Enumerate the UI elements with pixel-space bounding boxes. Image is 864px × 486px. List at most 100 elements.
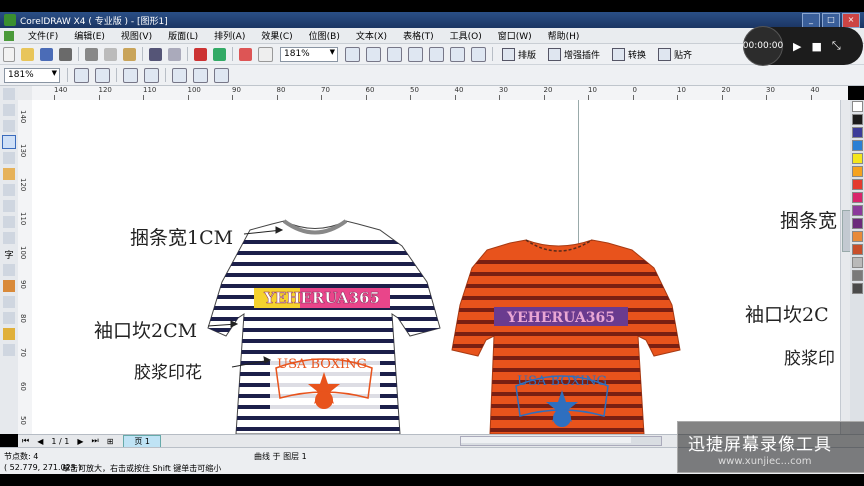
zoom-in-icon[interactable] [74,67,89,83]
vertical-ruler[interactable]: 140 130 120 110 100 90 80 70 60 50 [18,100,33,434]
horizontal-scroll-thumb[interactable] [461,437,631,443]
paste-icon[interactable] [123,47,136,61]
zoom-out-icon[interactable] [95,67,110,83]
smart-fill-tool-icon[interactable] [3,168,15,180]
color-swatch[interactable] [851,127,863,138]
polygon-tool-icon[interactable] [3,216,15,228]
color-swatch[interactable] [851,140,863,151]
close-button[interactable]: × [842,13,860,28]
table-tool-icon[interactable] [3,264,15,276]
zoom-in-icon[interactable] [345,46,360,62]
add-page-icon[interactable]: ⊞ [107,437,114,446]
print-icon[interactable] [59,47,72,61]
menu-file[interactable]: 文件(F) [20,29,66,42]
horizontal-ruler[interactable]: 140 120 110 100 90 80 70 60 50 40 30 20 10 0 10 20 30 40 [32,86,848,101]
menu-arrange[interactable]: 排列(A) [206,29,253,42]
color-swatch[interactable] [851,101,863,112]
color-swatch[interactable] [851,166,863,177]
color-swatch[interactable] [851,218,863,229]
menu-effects[interactable]: 效果(C) [253,29,300,42]
zoom-selected-icon[interactable] [387,46,402,62]
cut-icon[interactable] [85,47,98,61]
zoom-all-icon[interactable] [408,46,423,62]
ellipse-tool-icon[interactable] [3,200,15,212]
last-page-icon[interactable]: ⏭ [91,436,98,446]
welcome-icon[interactable] [258,46,273,62]
horizontal-scrollbar[interactable] [460,436,662,446]
title-bar: CorelDRAW X4 ( 专业版 ) - [图形1] _ □ × [0,12,864,28]
vertical-scrollbar[interactable] [840,100,851,434]
first-page-icon[interactable]: ⏮ [22,436,29,446]
crop-tool-icon[interactable] [3,120,15,132]
zoom-out-icon[interactable] [366,46,381,62]
menu-table[interactable]: 表格(T) [395,29,442,42]
maximize-button[interactable]: □ [822,13,840,28]
zoom-selected-icon[interactable] [123,67,138,83]
outline-tool-icon[interactable] [3,312,15,324]
plugin-convert-button[interactable]: 转换 [612,47,646,61]
ruler-tick-label: 20 [721,86,731,94]
menu-help[interactable]: 帮助(H) [540,29,588,42]
copy-icon[interactable] [104,47,117,61]
play-icon[interactable]: ▶ [793,40,801,53]
freehand-tool-icon[interactable] [3,152,15,164]
zoom-height-icon[interactable] [471,46,486,62]
minimize-button[interactable]: _ [802,13,820,28]
basic-shapes-tool-icon[interactable] [3,232,15,244]
color-swatch[interactable] [851,283,863,294]
pick-tool-icon[interactable] [3,88,15,100]
color-swatch[interactable] [851,205,863,216]
fill-tool-icon[interactable] [3,328,15,340]
stop-icon[interactable]: ■ [811,40,821,53]
orange-striped-tshirt[interactable]: YEHERUA365 USA BOXING [442,239,692,434]
interactive-tool-icon[interactable] [3,280,15,292]
export-icon[interactable] [213,47,226,61]
menu-window[interactable]: 窗口(W) [490,29,540,42]
zoom-tool-icon[interactable] [2,135,16,149]
property-zoom-select[interactable]: 181% ▼ [4,67,60,83]
redo-icon[interactable] [168,47,181,61]
plugin-enhance-button[interactable]: 增强插件 [548,47,600,61]
zoom-page-icon[interactable] [172,67,187,83]
zoom-height-icon[interactable] [214,67,229,83]
new-icon[interactable] [3,46,15,62]
app-launcher-icon[interactable] [239,47,252,61]
menu-view[interactable]: 视图(V) [113,29,160,42]
color-swatch[interactable] [851,179,863,190]
collapse-icon[interactable]: ⤡ [832,39,841,53]
menu-layout[interactable]: 版面(L) [160,29,206,42]
open-icon[interactable] [21,47,34,61]
save-icon[interactable] [40,47,53,61]
color-swatch[interactable] [851,270,863,281]
text-tool-icon[interactable]: 字 [3,248,15,261]
prev-page-icon[interactable]: ◀ [37,437,43,446]
menu-bitmap[interactable]: 位图(B) [301,29,348,42]
drawing-canvas[interactable]: YEHERUA365 USA BOXING YEHERUA365 USA BOX… [32,100,848,434]
eyedropper-tool-icon[interactable] [3,296,15,308]
zoom-width-icon[interactable] [450,46,465,62]
import-icon[interactable] [194,47,207,61]
next-page-icon[interactable]: ▶ [77,437,83,446]
page-tab[interactable]: 页 1 [123,434,162,448]
plugin-layout-button[interactable]: 排版 [502,47,536,61]
zoom-page-icon[interactable] [429,46,444,62]
color-swatch[interactable] [851,192,863,203]
menu-edit[interactable]: 编辑(E) [66,29,113,42]
color-swatch[interactable] [851,257,863,268]
rectangle-tool-icon[interactable] [3,184,15,196]
color-swatch[interactable] [851,231,863,242]
plugin-snap-button[interactable]: 贴齐 [658,47,692,61]
menu-tools[interactable]: 工具(O) [442,29,490,42]
color-swatch[interactable] [851,153,863,164]
interactive-fill-tool-icon[interactable] [3,344,15,356]
zoom-level-select[interactable]: 181% ▼ [280,46,338,62]
shape-tool-icon[interactable] [3,104,15,116]
color-swatch[interactable] [851,244,863,255]
zoom-width-icon[interactable] [193,67,208,83]
zoom-all-icon[interactable] [144,67,159,83]
menu-text[interactable]: 文本(X) [348,29,395,42]
ruler-corner[interactable] [18,86,33,101]
undo-icon[interactable] [149,47,162,61]
color-swatch[interactable] [851,114,863,125]
white-striped-tshirt[interactable]: YEHERUA365 USA BOXING [202,219,442,434]
